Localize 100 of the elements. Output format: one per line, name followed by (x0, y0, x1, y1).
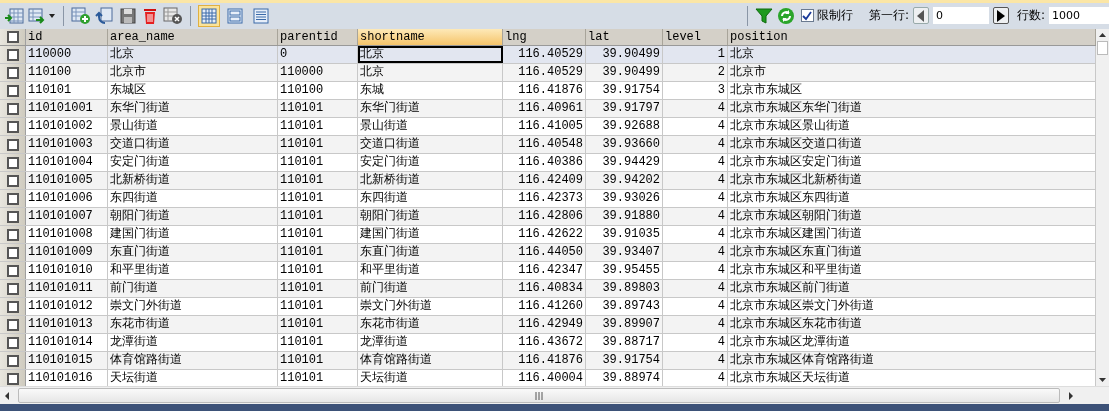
table-cell: 110000 (26, 46, 108, 63)
filter-icon[interactable] (754, 6, 773, 25)
table-cell: 3 (663, 82, 728, 99)
row-checkbox[interactable] (0, 64, 26, 81)
row-checkbox[interactable] (0, 316, 26, 333)
table-cell: 39.91754 (586, 82, 663, 99)
column-header[interactable]: parentid (278, 29, 358, 45)
table-cell: 110101001 (26, 100, 108, 117)
table-cell: 110101 (278, 118, 358, 135)
horizontal-scrollbar[interactable] (0, 386, 1109, 404)
row-checkbox[interactable] (0, 244, 26, 261)
scroll-thumb[interactable] (18, 388, 1060, 403)
refresh-icon[interactable] (776, 6, 795, 25)
table-cell: 110101 (278, 298, 358, 315)
first-row-field[interactable]: 0 (932, 7, 989, 24)
table-cell: 116.40529 (503, 64, 586, 81)
table-cell: 东城区 (108, 82, 278, 99)
table-cell: 116.41005 (503, 118, 586, 135)
select-all-checkbox[interactable] (0, 29, 26, 45)
table-cell: 110101 (278, 316, 358, 333)
grid-view-button[interactable] (198, 4, 220, 27)
table-cell: 110101 (26, 82, 108, 99)
table-cell: 110101003 (26, 136, 108, 153)
table-cell: 39.92688 (586, 118, 663, 135)
table-cell: 110101 (278, 280, 358, 297)
table-cell: 体育馆路街道 (108, 352, 278, 369)
table-cell: 崇文门外街道 (358, 298, 503, 315)
refresh-page-icon[interactable] (95, 6, 115, 25)
row-checkbox[interactable] (0, 118, 26, 135)
row-checkbox[interactable] (0, 334, 26, 351)
right-triangle-icon (996, 9, 1005, 22)
table-cell: 39.93026 (586, 190, 663, 207)
table-cell: 116.42373 (503, 190, 586, 207)
table-cell: 4 (663, 352, 728, 369)
limit-rows-checkbox[interactable]: 限制行 (800, 7, 853, 24)
save-icon[interactable] (119, 6, 137, 25)
table-cell: 110101 (278, 136, 358, 153)
trash-icon[interactable] (141, 6, 159, 25)
table-cell: 110101 (278, 262, 358, 279)
table-cell: 和平里街道 (108, 262, 278, 279)
checkbox[interactable] (800, 9, 814, 22)
row-checkbox[interactable] (0, 370, 26, 386)
table-cell: 4 (663, 208, 728, 225)
table-cell: 116.40961 (503, 100, 586, 117)
table-cell: 110101009 (26, 244, 108, 261)
table-cell: 东直门街道 (108, 244, 278, 261)
row-checkbox[interactable] (0, 46, 26, 63)
export-grid-icon[interactable] (28, 6, 56, 25)
row-checkbox[interactable] (0, 352, 26, 369)
import-grid-icon[interactable] (4, 6, 24, 25)
table-cell: 建国门街道 (358, 226, 503, 243)
column-header[interactable]: id (26, 29, 108, 45)
table-cell: 39.95455 (586, 262, 663, 279)
row-checkbox[interactable] (0, 262, 26, 279)
table-cell: 116.40548 (503, 136, 586, 153)
scroll-thumb[interactable] (1097, 41, 1108, 55)
table-cell: 110101 (278, 154, 358, 171)
row-count-label: 行数: (1016, 7, 1045, 24)
row-checkbox[interactable] (0, 100, 26, 117)
table-cell: 龙潭街道 (358, 334, 503, 351)
table-cell: 龙潭街道 (108, 334, 278, 351)
column-header[interactable]: area_name (108, 29, 278, 45)
row-checkbox[interactable] (0, 298, 26, 315)
row-checkbox[interactable] (0, 154, 26, 171)
row-checkbox[interactable] (0, 280, 26, 297)
table-cell: 4 (663, 154, 728, 171)
table-cell: 116.42622 (503, 226, 586, 243)
table-cell: 景山街道 (108, 118, 278, 135)
column-header[interactable]: level (663, 29, 728, 45)
table-cell: 110000 (278, 64, 358, 81)
table-cell: 北京 (108, 46, 278, 63)
add-row-icon[interactable] (71, 6, 91, 25)
table-cell: 北新桥街道 (358, 172, 503, 189)
table-cell: 116.42409 (503, 172, 586, 189)
row-checkbox[interactable] (0, 190, 26, 207)
column-header[interactable]: shortname (358, 29, 503, 45)
table-cell: 朝阳门街道 (108, 208, 278, 225)
table-cell: 东城 (358, 82, 503, 99)
row-count-field[interactable]: 1000 (1049, 7, 1109, 24)
previous-button[interactable] (912, 7, 929, 24)
table-cell: 110101013 (26, 316, 108, 333)
column-header[interactable]: lng (503, 29, 586, 45)
table-cell: 前门街道 (358, 280, 503, 297)
table-cell: 4 (663, 118, 728, 135)
table-cell: 4 (663, 262, 728, 279)
table-cell: 110101008 (26, 226, 108, 243)
discard-changes-icon[interactable] (163, 6, 183, 25)
column-header[interactable]: lat (586, 29, 663, 45)
row-checkbox[interactable] (0, 172, 26, 189)
row-checkbox[interactable] (0, 226, 26, 243)
table-cell: 交道口街道 (108, 136, 278, 153)
table-cell: 崇文门外街道 (108, 298, 278, 315)
row-checkbox[interactable] (0, 82, 26, 99)
row-checkbox[interactable] (0, 136, 26, 153)
row-checkbox[interactable] (0, 208, 26, 225)
vertical-scrollbar[interactable] (1096, 29, 1109, 386)
table-cell: 116.44050 (503, 244, 586, 261)
column-header[interactable]: position (728, 29, 1096, 45)
table-cell: 东华门街道 (108, 100, 278, 117)
next-button[interactable] (992, 7, 1009, 24)
